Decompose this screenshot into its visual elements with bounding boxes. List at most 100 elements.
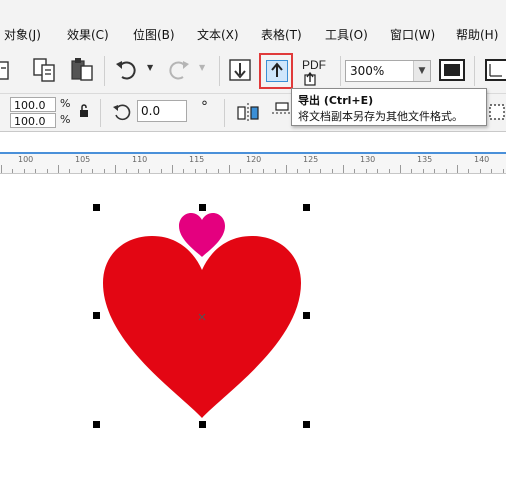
toolbar-separator (224, 99, 225, 127)
toolbar-separator (340, 56, 341, 86)
ruler-tick (503, 169, 504, 173)
ruler-tick (24, 169, 25, 173)
selection-handle-middle-left[interactable] (93, 312, 100, 319)
ruler-tick (457, 165, 458, 173)
ruler-tick (297, 169, 298, 173)
ruler-tick (92, 169, 93, 173)
selection-handle-top-center[interactable] (199, 204, 206, 211)
menu-bitmap[interactable]: 位图(B) (133, 26, 175, 43)
ruler-tick (12, 169, 13, 173)
selection-handle-bottom-left[interactable] (93, 421, 100, 428)
ruler-label: 105 (75, 155, 91, 164)
scale-y-input[interactable]: 100.0 (10, 113, 56, 128)
export-button[interactable] (259, 53, 293, 89)
ruler-tick (366, 169, 367, 173)
toolbar-separator (219, 56, 220, 86)
menu-effects[interactable]: 效果(C) (67, 26, 109, 43)
menu-window[interactable]: 窗口(W) (390, 26, 435, 43)
undo-icon[interactable] (114, 58, 140, 82)
ruler-tick (275, 169, 276, 173)
rotate-icon (113, 104, 131, 121)
full-screen-preview-icon[interactable] (438, 57, 466, 83)
ruler-tick (35, 169, 36, 173)
toolbar-separator (474, 56, 475, 86)
rotation-angle-input[interactable]: 0.0 (137, 100, 187, 122)
redo-dropdown-icon[interactable]: ▼ (199, 63, 205, 72)
scale-y-unit: % (60, 113, 71, 126)
copy-page-icon[interactable] (32, 57, 58, 83)
ruler-tick (411, 169, 412, 173)
zoom-level-value: 300% (350, 64, 385, 78)
paste-icon[interactable] (70, 57, 96, 83)
chevron-down-icon[interactable]: ▼ (413, 61, 430, 81)
ruler-tick (81, 169, 82, 173)
selection-handle-bottom-center[interactable] (199, 421, 206, 428)
ruler-tick (389, 169, 390, 173)
lock-ratio-icon[interactable] (78, 103, 90, 119)
ruler-tick (161, 169, 162, 173)
ruler-tick (240, 169, 241, 173)
horizontal-ruler[interactable]: 100 105 110 115 120 125 130 135 140 (0, 154, 506, 174)
ruler-label: 135 (417, 155, 433, 164)
export-button-face (266, 60, 288, 82)
ruler-options-icon[interactable] (482, 57, 506, 83)
menu-bar: 对象(J) 效果(C) 位图(B) 文本(X) 表格(T) 工具(O) 窗口(W… (0, 0, 506, 46)
canvas-graphics (103, 213, 301, 418)
drawing-canvas[interactable] (0, 174, 506, 502)
selection-handle-middle-right[interactable] (303, 312, 310, 319)
ruler-tick (320, 169, 321, 173)
ruler-tick (286, 165, 287, 173)
ruler-label: 110 (132, 155, 148, 164)
selection-handle-top-right[interactable] (303, 204, 310, 211)
menu-help[interactable]: 帮助(H) (456, 26, 498, 43)
publish-pdf-button[interactable]: PDF (302, 58, 334, 88)
ruler-label: 125 (303, 155, 319, 164)
ruler-tick (309, 169, 310, 173)
ruler-tick (480, 169, 481, 173)
ruler-tick (195, 169, 196, 173)
mirror-horizontal-icon[interactable] (236, 101, 262, 123)
ruler-label: 120 (246, 155, 262, 164)
ruler-tick (434, 169, 435, 173)
export-tooltip: 导出 (Ctrl+E) 将文档副本另存为其他文件格式。 (291, 88, 487, 126)
scale-x-input[interactable]: 100.0 (10, 97, 56, 112)
ruler-tick (149, 169, 150, 173)
ruler-label: 130 (360, 155, 376, 164)
ruler-label: 140 (474, 155, 490, 164)
ruler-label: 100 (18, 155, 34, 164)
import-icon[interactable] (229, 58, 253, 82)
pdf-export-icon (304, 72, 316, 86)
zoom-level-select[interactable]: 300% ▼ (345, 60, 431, 82)
ruler-tick (183, 169, 184, 173)
wrap-text-icon[interactable] (486, 101, 506, 123)
ruler-tick (343, 165, 344, 173)
large-red-heart (103, 236, 301, 418)
ruler-tick (138, 169, 139, 173)
redo-icon[interactable] (165, 58, 191, 82)
toolbar-separator (104, 56, 105, 86)
ruler-label: 115 (189, 155, 205, 164)
ruler-tick (400, 165, 401, 173)
selection-handle-bottom-right[interactable] (303, 421, 310, 428)
new-document-icon[interactable] (0, 60, 14, 82)
ruler-tick (252, 169, 253, 173)
ruler-tick (354, 169, 355, 173)
menu-table[interactable]: 表格(T) (261, 26, 302, 43)
menu-tools[interactable]: 工具(O) (325, 26, 368, 43)
ruler-tick (218, 169, 219, 173)
pdf-label: PDF (302, 58, 326, 72)
menu-object[interactable]: 对象(J) (4, 26, 41, 43)
ruler-tick (423, 169, 424, 173)
degree-symbol: ° (201, 99, 208, 115)
ruler-tick (332, 169, 333, 173)
ruler-tick (58, 165, 59, 173)
ruler-tick (115, 165, 116, 173)
selection-handle-top-left[interactable] (93, 204, 100, 211)
mirror-vertical-icon[interactable] (272, 101, 292, 123)
ruler-tick (104, 169, 105, 173)
undo-dropdown-icon[interactable]: ▼ (147, 63, 153, 72)
ruler-tick (263, 169, 264, 173)
menu-text[interactable]: 文本(X) (197, 26, 239, 43)
export-arrow-icon (271, 62, 283, 77)
ruler-tick (446, 169, 447, 173)
